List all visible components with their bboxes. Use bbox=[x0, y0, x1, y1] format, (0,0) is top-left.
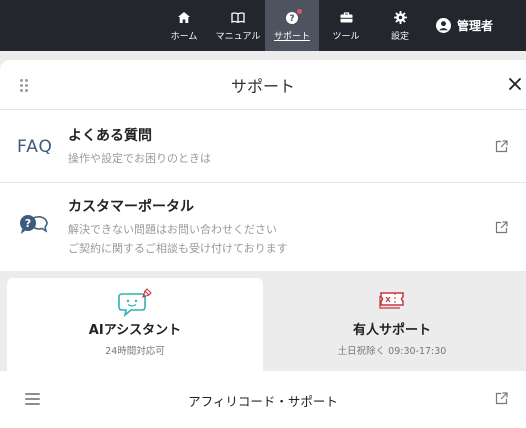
nav-support[interactable]: ? サポート bbox=[265, 0, 319, 51]
home-icon bbox=[176, 10, 192, 26]
external-link-icon bbox=[495, 140, 508, 153]
panel-header: サポート bbox=[0, 60, 526, 110]
tab-human-support[interactable]: 有人サポート 土日祝除く 09:30-17:30 bbox=[264, 278, 520, 371]
user-name: 管理者 bbox=[457, 19, 494, 33]
svg-text:?: ? bbox=[25, 217, 31, 230]
question-icon: ? bbox=[284, 8, 302, 26]
ai-chat-icon bbox=[118, 288, 152, 318]
external-link-icon bbox=[495, 392, 508, 405]
nav-tools-label: ツール bbox=[332, 31, 360, 42]
tab-human-support-subtitle: 土日祝除く 09:30-17:30 bbox=[337, 346, 447, 357]
portal-description-line2: ご契約に関するご相談も受け付けております bbox=[68, 242, 288, 255]
external-link-icon bbox=[495, 221, 508, 234]
nav-home-label: ホーム bbox=[170, 31, 198, 42]
faq-link[interactable]: FAQ よくある質問 操作や設定でお困りのときは bbox=[0, 111, 526, 183]
portal-title: カスタマーポータル bbox=[68, 199, 194, 215]
nav-tools[interactable]: ツール bbox=[328, 0, 364, 51]
tab-ai-assistant-subtitle: 24時間対応可 bbox=[105, 346, 165, 357]
nav-settings-label: 設定 bbox=[390, 31, 409, 42]
ticket-icon bbox=[379, 292, 404, 309]
top-nav-bar: ホーム マニュアル ? サポート ツール 設定 管理者 bbox=[0, 0, 526, 51]
nav-manual[interactable]: マニュアル bbox=[212, 0, 264, 51]
nav-manual-label: マニュアル bbox=[215, 31, 261, 42]
gear-icon bbox=[392, 10, 408, 26]
panel-title: サポート bbox=[230, 77, 295, 96]
bottom-link-title: アフィリコード・サポート bbox=[188, 394, 338, 409]
notification-dot bbox=[297, 8, 302, 14]
faq-title: よくある質問 bbox=[68, 128, 152, 144]
svg-text:?: ? bbox=[289, 14, 294, 24]
faq-description: 操作や設定でお困りのときは bbox=[68, 152, 211, 165]
tab-ai-assistant-title: AIアシスタント bbox=[88, 323, 182, 338]
tab-human-support-title: 有人サポート bbox=[352, 323, 431, 338]
nav-home[interactable]: ホーム bbox=[166, 0, 202, 51]
faq-icon: FAQ bbox=[17, 137, 53, 157]
toolbox-icon bbox=[338, 10, 354, 26]
support-panel: サポート FAQ よくある質問 操作や設定でお困りのときは ? カスタマーポータ… bbox=[0, 60, 526, 428]
user-avatar-icon bbox=[436, 18, 451, 33]
customer-portal-link[interactable]: ? カスタマーポータル 解決できない問題はお問い合わせください ご契約に関するご… bbox=[0, 183, 526, 271]
chat-bubbles-icon: ? bbox=[20, 215, 48, 234]
portal-description-line1: 解決できない問題はお問い合わせください bbox=[68, 223, 277, 236]
close-icon[interactable] bbox=[508, 77, 522, 91]
book-icon bbox=[230, 10, 246, 26]
tab-ai-assistant[interactable]: AIアシスタント 24時間対応可 bbox=[7, 278, 263, 371]
nav-support-label: サポート bbox=[273, 31, 310, 42]
user-menu[interactable]: 管理者 bbox=[426, 0, 526, 51]
nav-settings[interactable]: 設定 bbox=[385, 0, 415, 51]
affiliate-code-support-link[interactable]: アフィリコード・サポート bbox=[0, 371, 526, 428]
